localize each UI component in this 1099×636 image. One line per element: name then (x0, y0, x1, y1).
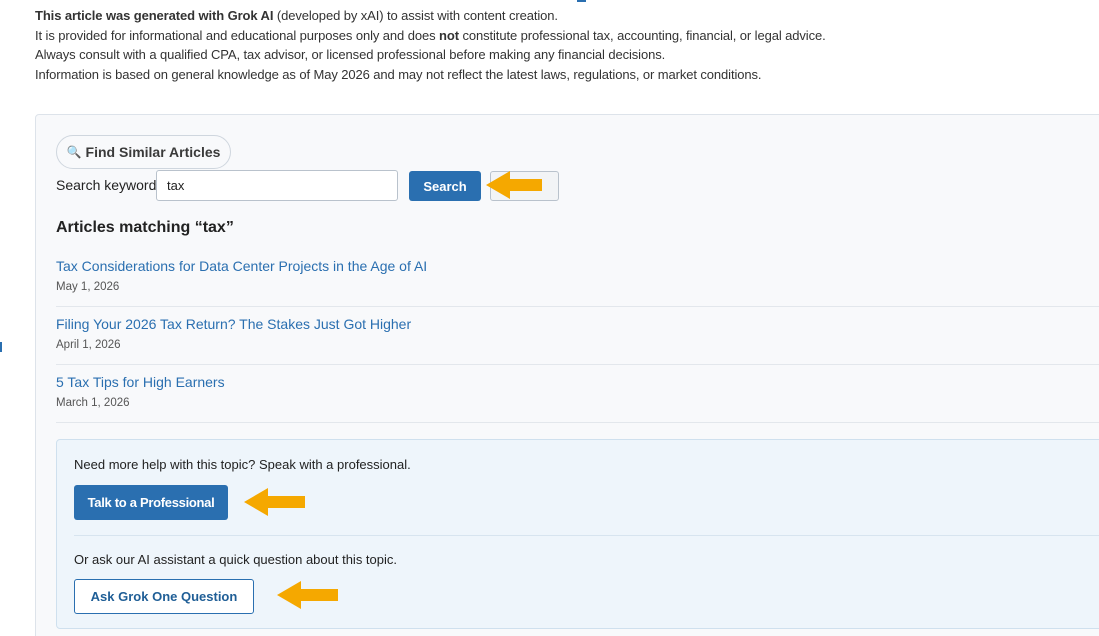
search-keyword-label: Search keyword (56, 177, 157, 193)
arrow-left-icon (486, 171, 542, 199)
arrow-left-icon (244, 488, 305, 516)
result-link[interactable]: Tax Considerations for Data Center Proje… (56, 258, 1099, 274)
help-divider (74, 535, 1099, 536)
disclaimer-line-4: Information is based on general knowledg… (35, 66, 762, 82)
result-date: May 1, 2026 (56, 281, 120, 293)
result-link[interactable]: 5 Tax Tips for High Earners (56, 374, 1099, 390)
ask-grok-button[interactable]: Ask Grok One Question (74, 579, 254, 614)
result-link[interactable]: Filing Your 2026 Tax Return? The Stakes … (56, 316, 1099, 332)
ai-disclaimer: This article was generated with Grok AI … (35, 6, 826, 84)
result-item: 5 Tax Tips for High Earners March 1, 202… (56, 374, 1099, 423)
find-similar-articles-label: Find Similar Articles (85, 144, 221, 160)
find-similar-articles-pill: 🔍 Find Similar Articles (56, 135, 231, 169)
disclaimer-line-1: This article was generated with Grok AI … (35, 8, 558, 23)
professional-help-box: Need more help with this topic? Speak wi… (56, 439, 1099, 629)
page: This article was generated with Grok AI … (0, 0, 1099, 636)
similar-articles-panel: 🔍 Find Similar Articles Search keyword S… (35, 114, 1099, 636)
result-date: March 1, 2026 (56, 397, 130, 409)
result-date: April 1, 2026 (56, 339, 121, 351)
help-prompt: Need more help with this topic? Speak wi… (74, 457, 411, 472)
disclaimer-line-2: It is provided for informational and edu… (35, 27, 826, 43)
arrow-left-icon (277, 581, 338, 609)
top-link-fragment (577, 0, 586, 2)
result-item: Tax Considerations for Data Center Proje… (56, 258, 1099, 307)
magnifier-icon: 🔍 (66, 145, 82, 159)
results-heading: Articles matching “tax” (56, 219, 234, 236)
talk-to-professional-button[interactable]: Talk to a Professional (74, 485, 228, 520)
search-keyword-input[interactable] (156, 170, 398, 201)
ai-assistant-prompt: Or ask our AI assistant a quick question… (74, 552, 398, 567)
left-edge-marker (0, 342, 2, 352)
search-button[interactable]: Search (409, 171, 481, 201)
result-item: Filing Your 2026 Tax Return? The Stakes … (56, 316, 1099, 365)
disclaimer-line-3: Always consult with a qualified CPA, tax… (35, 47, 666, 63)
